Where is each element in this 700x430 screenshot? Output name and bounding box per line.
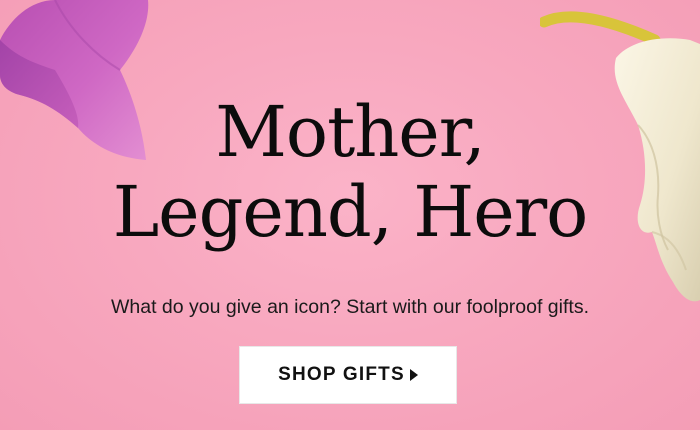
headline-line-1: Mother, xyxy=(215,91,485,173)
promo-banner: Mother, Legend, Hero What do you give an… xyxy=(0,0,700,430)
headline-line-2: Legend, Hero xyxy=(112,171,589,253)
subtitle: What do you give an icon? Start with our… xyxy=(110,296,589,318)
caret-right-icon xyxy=(409,369,418,381)
headline: Mother, Legend, Hero xyxy=(0,92,700,252)
shop-gifts-label: SHOP GIFTS xyxy=(278,364,405,385)
shop-gifts-button[interactable]: SHOP GIFTS xyxy=(239,346,457,404)
